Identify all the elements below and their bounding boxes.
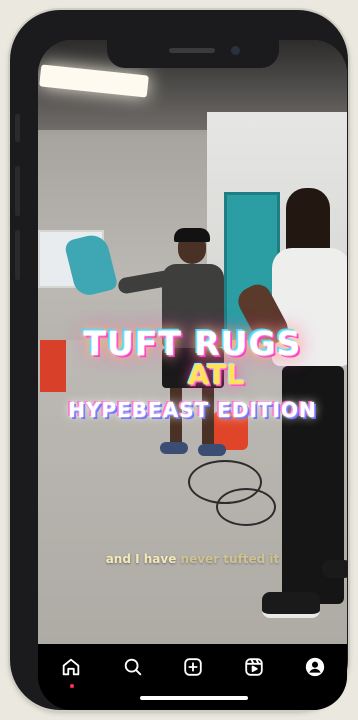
caption-spoken: and I have bbox=[105, 552, 177, 566]
active-indicator bbox=[70, 684, 74, 688]
phone-frame: TUFT RUGS ATL HYPEBEAST EDITION and I ha… bbox=[10, 10, 348, 710]
volume-down-button bbox=[15, 230, 20, 280]
overlay-location: ATL bbox=[187, 358, 245, 391]
front-camera bbox=[231, 46, 240, 55]
teal-rug bbox=[63, 231, 119, 299]
silent-switch bbox=[15, 114, 20, 142]
reel-video[interactable]: TUFT RUGS ATL HYPEBEAST EDITION and I ha… bbox=[38, 40, 347, 644]
home-icon bbox=[62, 658, 80, 676]
nav-profile[interactable] bbox=[302, 654, 328, 680]
phone-screen: TUFT RUGS ATL HYPEBEAST EDITION and I ha… bbox=[38, 40, 347, 710]
create-icon bbox=[184, 658, 202, 676]
nav-home[interactable] bbox=[58, 654, 84, 680]
profile-icon bbox=[305, 657, 325, 677]
nav-create[interactable] bbox=[180, 654, 206, 680]
earpiece-speaker bbox=[169, 48, 215, 53]
nav-search[interactable] bbox=[120, 654, 146, 680]
caption-upcoming: never tufted it bbox=[180, 552, 280, 566]
video-caption: and I have never tufted it bbox=[38, 552, 347, 566]
home-indicator bbox=[140, 696, 248, 700]
nav-reels[interactable] bbox=[241, 654, 267, 680]
search-icon bbox=[124, 658, 142, 676]
reels-icon bbox=[245, 658, 263, 676]
bottom-nav bbox=[38, 644, 347, 710]
volume-up-button bbox=[15, 166, 20, 216]
notch bbox=[107, 40, 279, 68]
overlay-subtitle: HYPEBEAST EDITION bbox=[68, 398, 317, 422]
